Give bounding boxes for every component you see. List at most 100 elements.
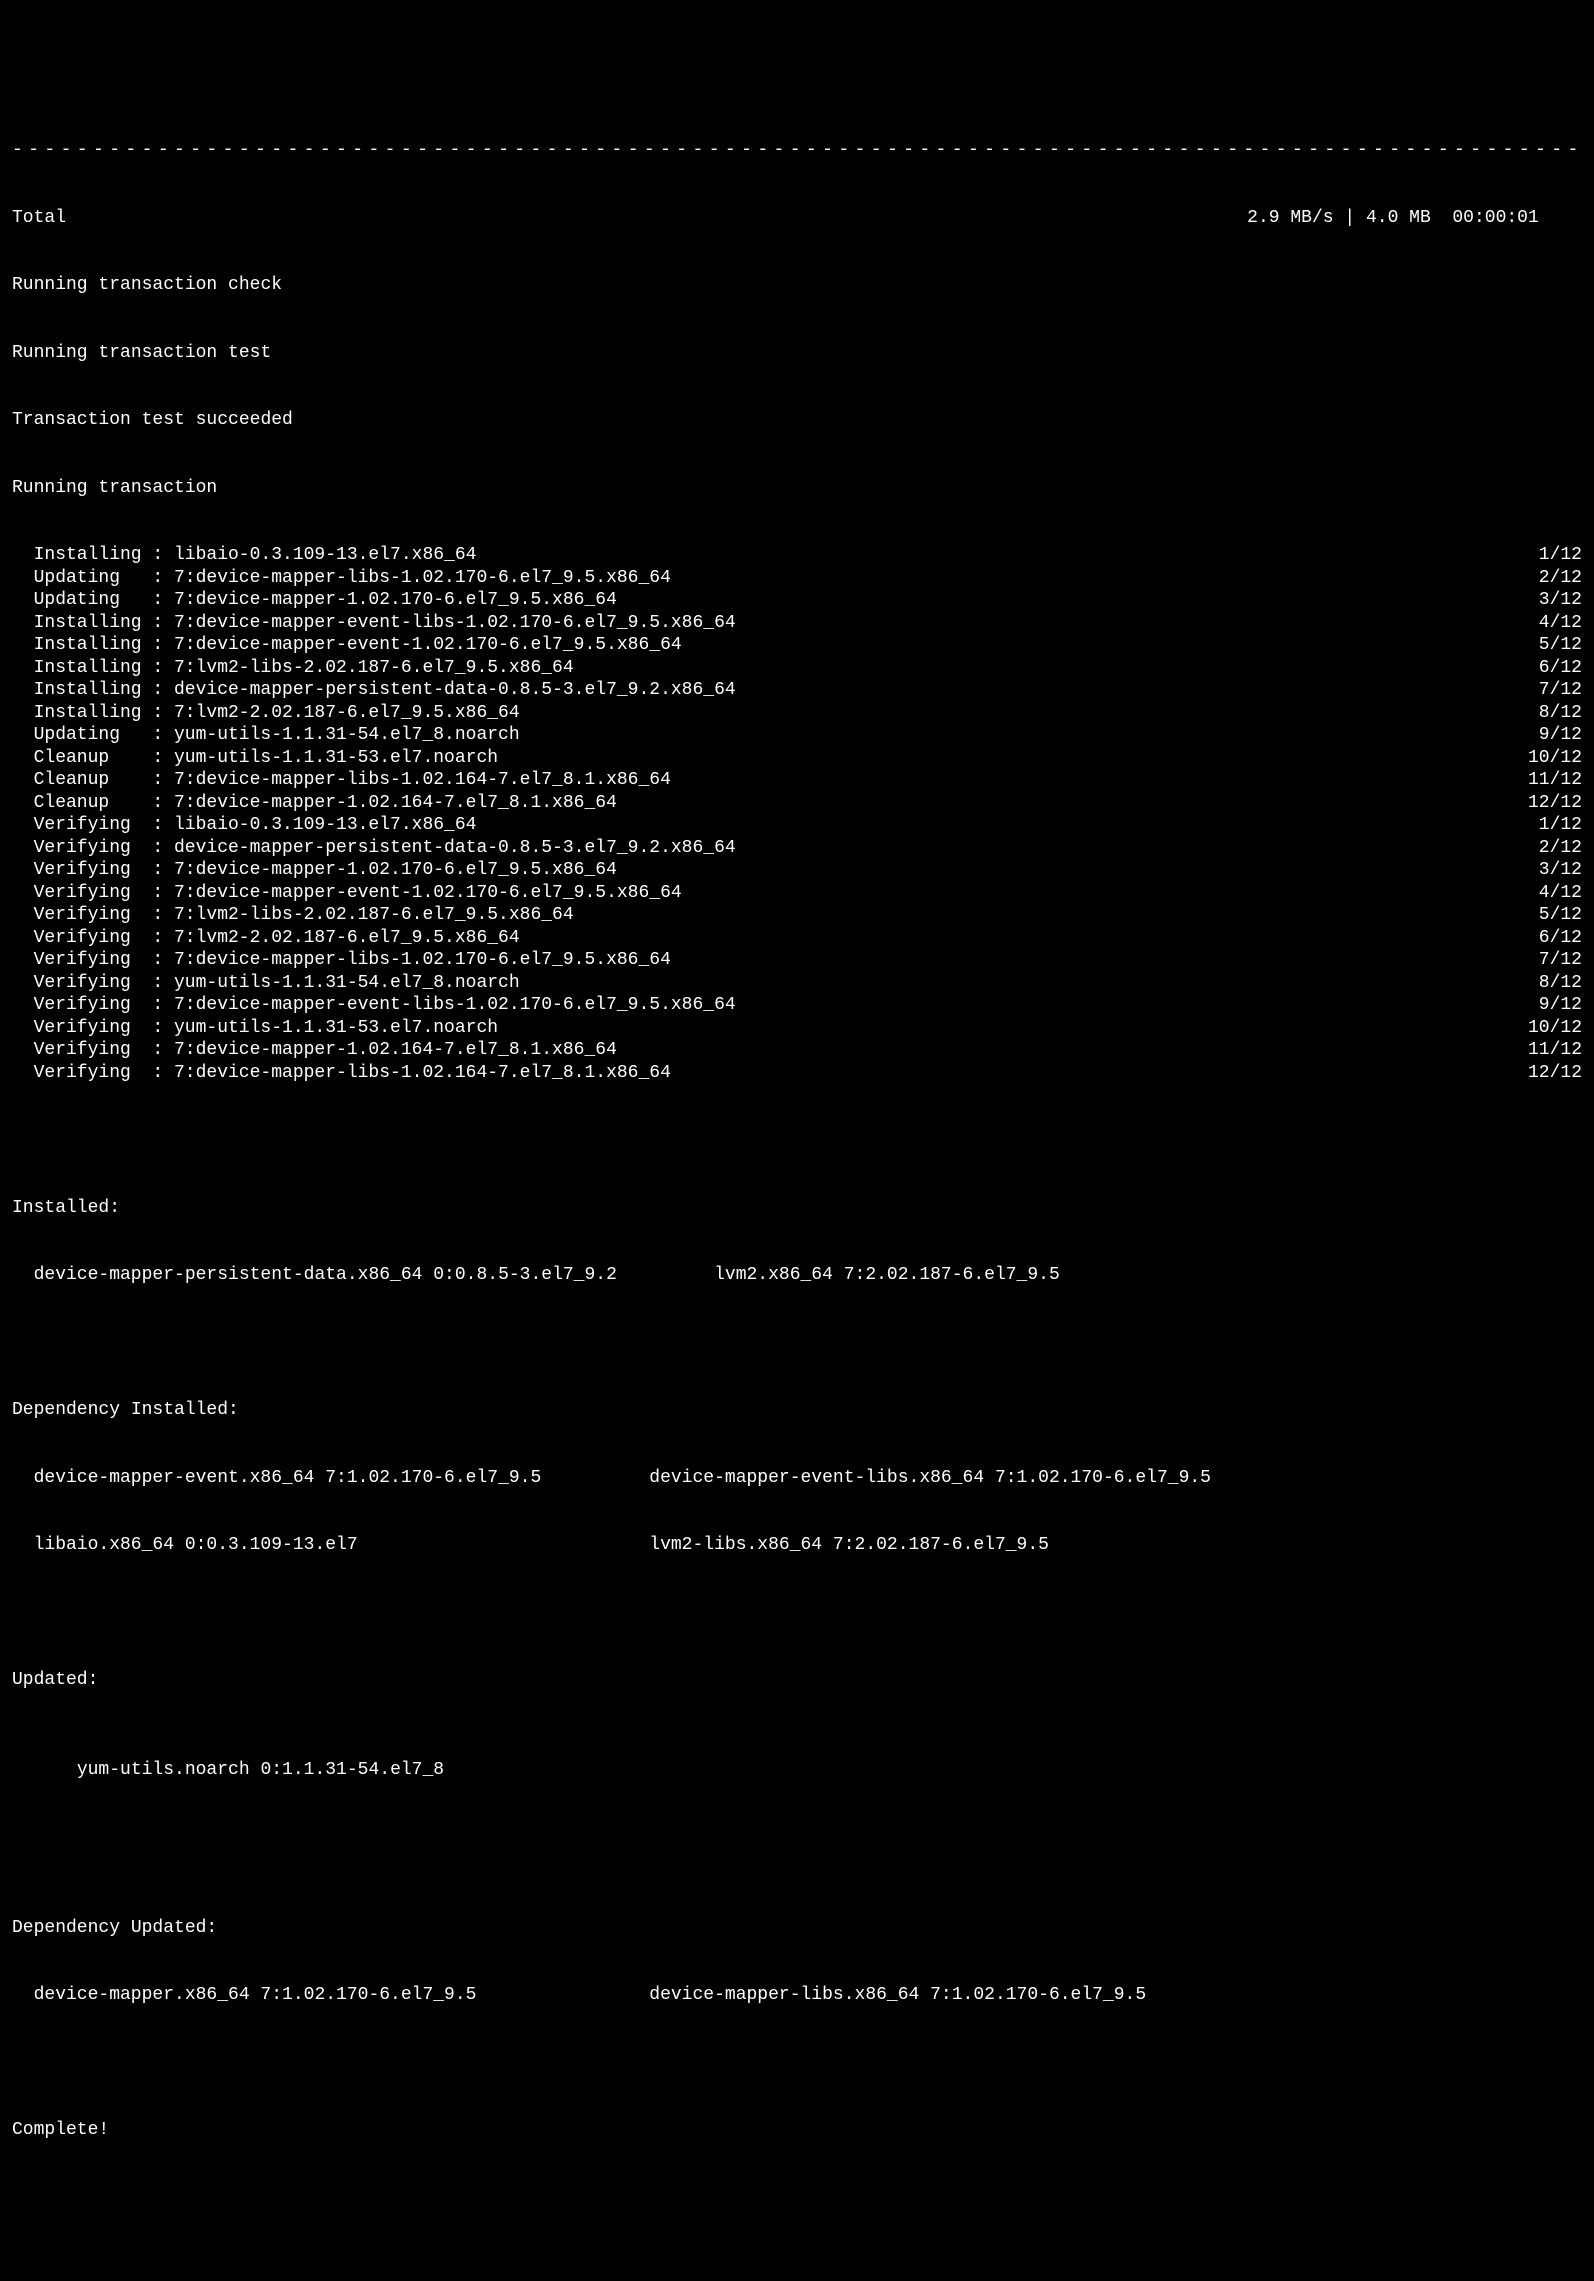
action-counter: 9/12	[1539, 994, 1582, 1017]
colon-separator: :	[152, 949, 174, 972]
transaction-action-row: Updating: yum-utils-1.1.31-54.el7_8.noar…	[12, 724, 1582, 747]
transaction-action-row: Verifying: 7:device-mapper-libs-1.02.164…	[12, 1062, 1582, 1085]
blank-line	[12, 1602, 1582, 1625]
status-line: Transaction test succeeded	[12, 409, 1582, 432]
action-counter: 1/12	[1539, 814, 1582, 837]
actions-list: Installing: libaio-0.3.109-13.el7.x86_64…	[12, 544, 1582, 1084]
transaction-action-row: Verifying: 7:device-mapper-1.02.170-6.el…	[12, 859, 1582, 882]
colon-separator: :	[152, 904, 174, 927]
action-counter: 12/12	[1528, 792, 1582, 815]
colon-separator: :	[152, 544, 174, 567]
action-name: Installing	[34, 679, 153, 702]
action-name: Installing	[34, 634, 153, 657]
updated-header: Updated:	[12, 1669, 1582, 1692]
colon-separator: :	[152, 1062, 174, 1085]
package-name: device-mapper-event-libs.x86_64 7:1.02.1…	[649, 1467, 1211, 1490]
package-name: lvm2-libs.x86_64 7:2.02.187-6.el7_9.5	[649, 1534, 1049, 1557]
action-package: 7:device-mapper-1.02.164-7.el7_8.1.x86_6…	[174, 792, 617, 815]
transaction-action-row: Verifying: 7:device-mapper-1.02.164-7.el…	[12, 1039, 1582, 1062]
package-name: device-mapper-event.x86_64 7:1.02.170-6.…	[34, 1467, 650, 1490]
transaction-action-row: Installing: 7:lvm2-libs-2.02.187-6.el7_9…	[12, 657, 1582, 680]
colon-separator: :	[152, 882, 174, 905]
action-counter: 5/12	[1539, 904, 1582, 927]
action-name: Cleanup	[34, 747, 153, 770]
action-package: 7:device-mapper-event-libs-1.02.170-6.el…	[174, 994, 736, 1017]
action-name: Verifying	[34, 994, 153, 1017]
action-package: 7:device-mapper-libs-1.02.170-6.el7_9.5.…	[174, 567, 671, 590]
transaction-action-row: Cleanup: 7:device-mapper-1.02.164-7.el7_…	[12, 792, 1582, 815]
action-package: 7:device-mapper-1.02.170-6.el7_9.5.x86_6…	[174, 589, 617, 612]
installed-packages: device-mapper-persistent-data.x86_64 0:0…	[12, 1264, 1582, 1287]
transaction-action-row: Verifying: yum-utils-1.1.31-54.el7_8.noa…	[12, 972, 1582, 995]
action-package: 7:device-mapper-event-libs-1.02.170-6.el…	[174, 612, 736, 635]
action-name: Updating	[34, 724, 153, 747]
action-counter: 3/12	[1539, 859, 1582, 882]
transaction-action-row: Verifying: device-mapper-persistent-data…	[12, 837, 1582, 860]
transaction-action-row: Verifying: 7:lvm2-libs-2.02.187-6.el7_9.…	[12, 904, 1582, 927]
action-name: Verifying	[34, 837, 153, 860]
action-name: Installing	[34, 702, 153, 725]
action-counter: 8/12	[1539, 972, 1582, 995]
transaction-action-row: Installing: 7:lvm2-2.02.187-6.el7_9.5.x8…	[12, 702, 1582, 725]
action-counter: 1/12	[1539, 544, 1582, 567]
transaction-action-row: Verifying: libaio-0.3.109-13.el7.x86_641…	[12, 814, 1582, 837]
blank-line	[12, 1332, 1582, 1355]
action-package: 7:lvm2-libs-2.02.187-6.el7_9.5.x86_64	[174, 904, 574, 927]
action-name: Updating	[34, 589, 153, 612]
colon-separator: :	[152, 1039, 174, 1062]
colon-separator: :	[152, 702, 174, 725]
action-package: yum-utils-1.1.31-53.el7.noarch	[174, 747, 498, 770]
action-counter: 11/12	[1528, 1039, 1582, 1062]
transaction-action-row: Installing: device-mapper-persistent-dat…	[12, 679, 1582, 702]
action-package: 7:device-mapper-libs-1.02.170-6.el7_9.5.…	[174, 949, 671, 972]
action-counter: 8/12	[1539, 702, 1582, 725]
action-counter: 7/12	[1539, 679, 1582, 702]
action-package: libaio-0.3.109-13.el7.x86_64	[174, 814, 476, 837]
action-package: 7:device-mapper-event-1.02.170-6.el7_9.5…	[174, 882, 682, 905]
colon-separator: :	[152, 657, 174, 680]
dependency-installed-row: libaio.x86_64 0:0.3.109-13.el7 lvm2-libs…	[12, 1534, 1582, 1557]
transaction-action-row: Verifying: 7:device-mapper-event-libs-1.…	[12, 994, 1582, 1017]
colon-separator: :	[152, 927, 174, 950]
colon-separator: :	[152, 612, 174, 635]
transaction-action-row: Verifying: yum-utils-1.1.31-53.el7.noarc…	[12, 1017, 1582, 1040]
terminal-output: ----------------------------------------…	[12, 94, 1582, 2164]
colon-separator: :	[152, 724, 174, 747]
status-line: Running transaction test	[12, 342, 1582, 365]
colon-separator: :	[152, 859, 174, 882]
action-name: Verifying	[34, 1062, 153, 1085]
action-name: Installing	[34, 612, 153, 635]
action-name: Cleanup	[34, 769, 153, 792]
action-counter: 4/12	[1539, 612, 1582, 635]
action-counter: 2/12	[1539, 567, 1582, 590]
package-name: device-mapper-persistent-data.x86_64 0:0…	[34, 1264, 715, 1287]
colon-separator: :	[152, 814, 174, 837]
dependency-installed-row: device-mapper-event.x86_64 7:1.02.170-6.…	[12, 1467, 1582, 1490]
action-package: yum-utils-1.1.31-53.el7.noarch	[174, 1017, 498, 1040]
action-name: Verifying	[34, 904, 153, 927]
action-counter: 11/12	[1528, 769, 1582, 792]
action-counter: 6/12	[1539, 657, 1582, 680]
action-package: 7:lvm2-libs-2.02.187-6.el7_9.5.x86_64	[174, 657, 574, 680]
status-line: Running transaction	[12, 477, 1582, 500]
action-counter: 10/12	[1528, 1017, 1582, 1040]
colon-separator: :	[152, 994, 174, 1017]
transaction-action-row: Installing: libaio-0.3.109-13.el7.x86_64…	[12, 544, 1582, 567]
action-counter: 7/12	[1539, 949, 1582, 972]
action-counter: 6/12	[1539, 927, 1582, 950]
action-name: Cleanup	[34, 792, 153, 815]
total-line: Total 2.9 MB/s | 4.0 MB 00:00:01	[12, 207, 1582, 230]
dependency-installed-header: Dependency Installed:	[12, 1399, 1582, 1422]
dependency-updated-header: Dependency Updated:	[12, 1917, 1582, 1940]
action-name: Installing	[34, 657, 153, 680]
transaction-action-row: Cleanup: yum-utils-1.1.31-53.el7.noarch1…	[12, 747, 1582, 770]
action-counter: 12/12	[1528, 1062, 1582, 1085]
transaction-action-row: Updating: 7:device-mapper-libs-1.02.170-…	[12, 567, 1582, 590]
action-package: device-mapper-persistent-data-0.8.5-3.el…	[174, 679, 736, 702]
action-package: 7:lvm2-2.02.187-6.el7_9.5.x86_64	[174, 927, 520, 950]
package-name: lvm2.x86_64 7:2.02.187-6.el7_9.5	[714, 1264, 1060, 1287]
installed-header: Installed:	[12, 1197, 1582, 1220]
blank-line	[12, 2052, 1582, 2075]
action-package: 7:device-mapper-1.02.170-6.el7_9.5.x86_6…	[174, 859, 617, 882]
transaction-action-row: Installing: 7:device-mapper-event-libs-1…	[12, 612, 1582, 635]
